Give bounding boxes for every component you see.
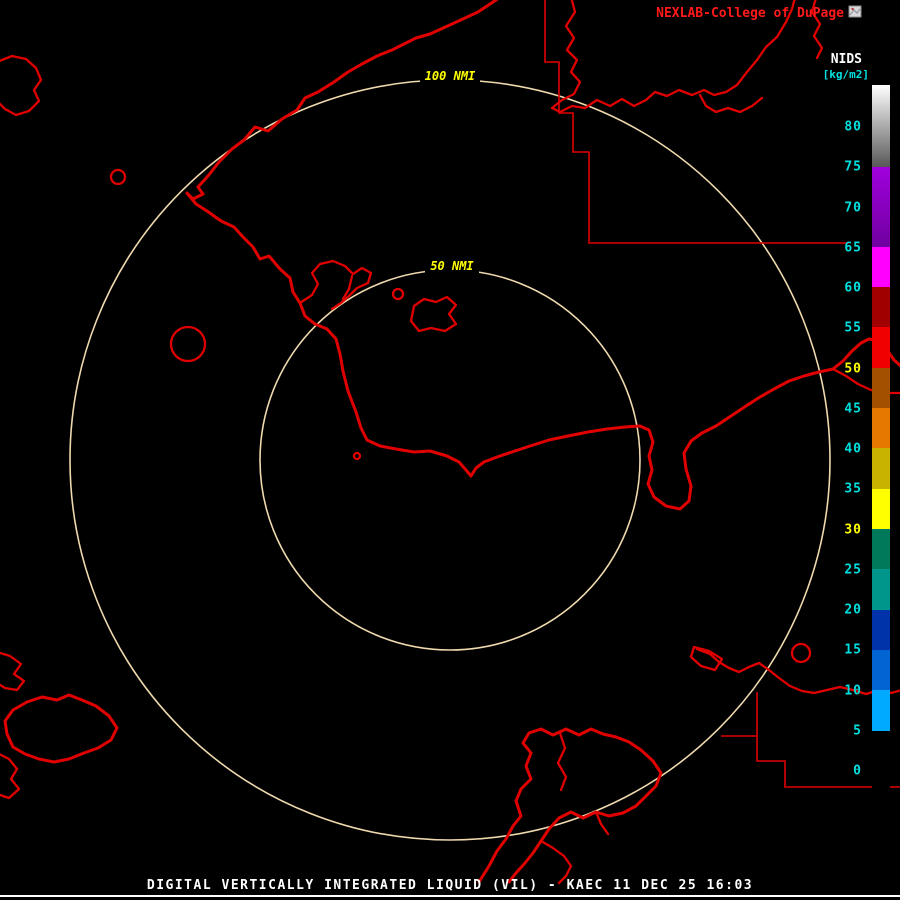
radar-display-app: { "header": { "brand": "NEXLAB-College o… [0, 0, 900, 900]
ring-label-100nmi: 100 NMI [425, 69, 476, 83]
island-ring-west [169, 325, 207, 363]
nexlab-logo-icon [848, 5, 862, 18]
colorbar-segment-65-75 [872, 167, 890, 247]
coastline-left-edge [0, 54, 43, 800]
islet-small-3 [109, 168, 127, 186]
radar-map-canvas: 100 NMI 50 NMI [0, 0, 900, 885]
status-bar-text: DIGITAL VERTICALLY INTEGRATED LIQUID (VI… [146, 878, 754, 893]
coastline-bottom-inlets [539, 731, 610, 885]
islet-small-1 [391, 287, 405, 301]
ring-label-50nmi: 50 NMI [430, 259, 474, 273]
colorbar-segment-25-30 [872, 529, 890, 569]
range-ring-labels: 100 NMI 50 NMI [420, 67, 480, 273]
coastline-outlines [0, 0, 900, 885]
island-ring-southeast [790, 642, 812, 664]
coastline-bottom-center [477, 727, 663, 884]
colorbar-segment-5-10 [872, 690, 890, 731]
coastline-islets [409, 295, 458, 333]
colorbar-segment-20-25 [872, 569, 890, 610]
colorbar-segment-30-35 [872, 489, 890, 529]
colorbar-segment-45-50 [872, 368, 890, 408]
coastline-inner-peninsula [298, 259, 373, 311]
islet-small-2 [352, 451, 362, 461]
colorbar-segment-above-75 [872, 85, 890, 167]
colorbar-title: NIDS [830, 52, 862, 67]
brand-title: NEXLAB-College of DuPage [656, 6, 844, 21]
colorbar-segment-50-55 [872, 327, 890, 368]
colorbar-segment-60-65 [872, 247, 890, 287]
coastline-main [185, 0, 900, 511]
border-steps-northeast [544, 0, 849, 244]
colorbar [872, 85, 890, 790]
colorbar-segment-40-45 [872, 408, 890, 448]
range-ring-100nmi [69, 79, 831, 841]
island-southwest [3, 693, 119, 764]
colorbar-segment-0-5 [872, 731, 890, 790]
colorbar-segment-55-60 [872, 287, 890, 327]
status-bar-divider [0, 895, 900, 897]
colorbar-units: [kg/m2] [822, 68, 869, 81]
colorbar-segment-15-20 [872, 610, 890, 650]
colorbar-segment-10-15 [872, 650, 890, 690]
colorbar-segment-35-40 [872, 448, 890, 489]
coastline-southeast [689, 645, 900, 696]
